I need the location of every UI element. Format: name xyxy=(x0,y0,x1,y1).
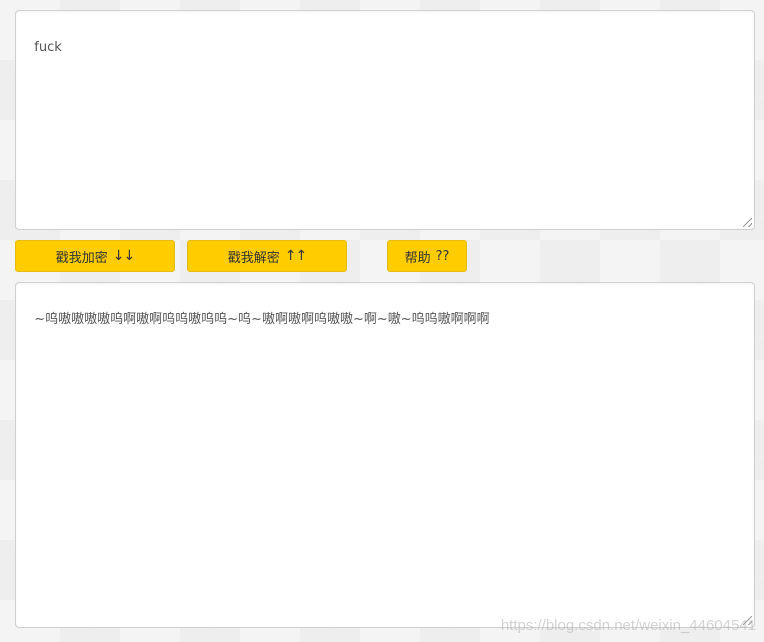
ciphertext-textarea[interactable]: ~呜嗷嗷嗷嗷呜啊嗷啊呜呜嗷呜呜~呜~嗷啊嗷啊呜嗷嗷~啊~嗷~呜呜嗷啊啊啊 xyxy=(15,282,755,628)
encrypt-button[interactable]: 戳我加密 ↓↓ xyxy=(15,240,175,272)
help-button[interactable]: 帮助 ?? xyxy=(387,240,467,272)
ciphertext-value: ~呜嗷嗷嗷嗷呜啊嗷啊呜呜嗷呜呜~呜~嗷啊嗷啊呜嗷嗷~啊~嗷~呜呜嗷啊啊啊 xyxy=(34,312,490,327)
question-icon: ?? xyxy=(435,248,450,264)
resize-grip-icon[interactable] xyxy=(743,218,752,227)
help-button-label: 帮助 xyxy=(404,250,431,266)
plaintext-textarea[interactable]: fuck xyxy=(15,10,755,230)
arrow-down-icon: ↓↓ xyxy=(112,248,135,264)
encrypt-button-label: 戳我加密 xyxy=(55,250,108,266)
decrypt-button[interactable]: 戳我解密 ↑↑ xyxy=(187,240,347,272)
plaintext-value: fuck xyxy=(34,40,62,55)
arrow-up-icon: ↑↑ xyxy=(284,248,307,264)
decrypt-button-label: 戳我解密 xyxy=(227,250,280,266)
resize-grip-icon[interactable] xyxy=(743,616,752,625)
